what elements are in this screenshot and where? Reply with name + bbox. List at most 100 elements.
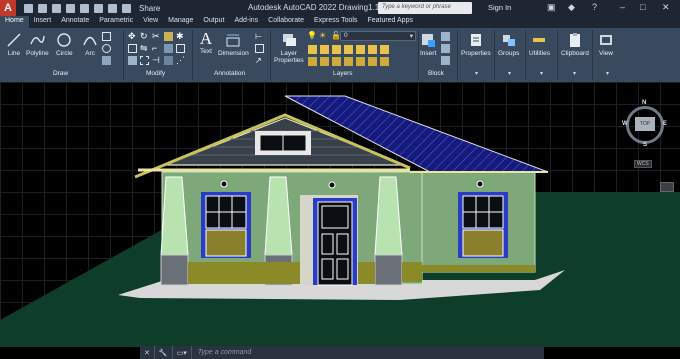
- hatch-icon[interactable]: [102, 56, 111, 65]
- layer-tool-icon[interactable]: [356, 57, 365, 66]
- groups-dropdown-icon[interactable]: ▾: [508, 70, 511, 77]
- fillet-icon[interactable]: ⌐: [152, 44, 161, 53]
- redo-icon[interactable]: [122, 3, 131, 13]
- drawing-canvas[interactable]: TOP N S E W WCS: [0, 82, 680, 347]
- layer-unlock-icon[interactable]: 🔓: [331, 31, 341, 40]
- clipboard-dropdown-icon[interactable]: ▾: [573, 70, 576, 77]
- autocad-logo[interactable]: A: [0, 0, 16, 16]
- tab-add-ins[interactable]: Add-ins: [229, 16, 263, 28]
- search-input[interactable]: Type a keyword or phrase: [378, 2, 472, 14]
- text-button[interactable]: A Text: [198, 30, 214, 56]
- leader-icon[interactable]: ⊢: [255, 32, 264, 41]
- mirror-icon[interactable]: ⇋: [140, 44, 149, 53]
- break-icon[interactable]: ⋰: [176, 56, 185, 65]
- layer-tool-icon[interactable]: [332, 57, 341, 66]
- explode-icon[interactable]: ✱: [176, 32, 185, 41]
- wcs-menu[interactable]: WCS: [634, 160, 652, 168]
- properties-dropdown-icon[interactable]: ▾: [475, 70, 478, 77]
- draw-group-label[interactable]: Draw: [53, 70, 68, 77]
- erase-icon[interactable]: [164, 32, 173, 41]
- layer-tool-icon[interactable]: [368, 57, 377, 66]
- layer-tool-icon[interactable]: [380, 57, 389, 66]
- help-icon[interactable]: ?: [592, 2, 597, 12]
- tab-insert[interactable]: Insert: [29, 16, 57, 28]
- view-dropdown-icon[interactable]: ▾: [606, 70, 609, 77]
- layer-tool-icon[interactable]: [308, 45, 317, 54]
- autodesk-a360-icon[interactable]: ◆: [568, 2, 575, 13]
- layer-tool-icon[interactable]: [320, 45, 329, 54]
- table-icon[interactable]: [255, 44, 264, 53]
- compass-west[interactable]: W: [622, 121, 628, 127]
- tab-home[interactable]: Home: [0, 16, 29, 28]
- customize-icon[interactable]: 🔧: [155, 346, 173, 359]
- groups-button[interactable]: Groups: [498, 32, 519, 57]
- print-icon[interactable]: [94, 3, 103, 13]
- line-button[interactable]: Line: [6, 32, 22, 57]
- layer-tool-icon[interactable]: [368, 45, 377, 54]
- new-file-icon[interactable]: [24, 3, 33, 13]
- polyline-button[interactable]: Polyline: [26, 32, 49, 57]
- close-command-icon[interactable]: ✕: [140, 346, 155, 359]
- layer-thaw-icon[interactable]: ☀: [319, 31, 328, 40]
- copy-icon[interactable]: [128, 44, 137, 53]
- sign-in-button[interactable]: Sign In: [488, 3, 511, 12]
- save-as-icon[interactable]: [66, 3, 75, 13]
- tab-featured-apps[interactable]: Featured Apps: [362, 16, 418, 28]
- rotate-icon[interactable]: ↻: [140, 32, 149, 41]
- trim-icon[interactable]: ✂: [152, 32, 161, 41]
- modify-group-label[interactable]: Modify: [146, 70, 165, 77]
- open-file-icon[interactable]: [38, 3, 47, 13]
- minimize-button[interactable]: –: [620, 2, 625, 12]
- layer-on-icon[interactable]: 💡: [307, 31, 317, 40]
- rectangle-icon[interactable]: [102, 32, 111, 41]
- compass-east[interactable]: E: [663, 121, 667, 127]
- properties-button[interactable]: Properties: [461, 32, 491, 57]
- join-icon[interactable]: [164, 56, 173, 65]
- extend-icon[interactable]: ⊣: [152, 56, 161, 65]
- layer-tool-icon[interactable]: [344, 57, 353, 66]
- annotation-group-label[interactable]: Annotation: [214, 70, 245, 77]
- layer-tool-icon[interactable]: [356, 45, 365, 54]
- utilities-button[interactable]: Utilities: [529, 32, 550, 57]
- edit-block-icon[interactable]: [441, 44, 450, 53]
- compass-north[interactable]: N: [642, 100, 646, 106]
- cart-icon[interactable]: ▣: [547, 2, 556, 13]
- utilities-dropdown-icon[interactable]: ▾: [540, 70, 543, 77]
- insert-button[interactable]: Insert: [420, 32, 436, 57]
- tab-view[interactable]: View: [138, 16, 163, 28]
- layer-tool-icon[interactable]: [308, 57, 317, 66]
- compass-south[interactable]: S: [643, 142, 647, 148]
- undo-icon[interactable]: [108, 3, 117, 13]
- navigation-bar-icon[interactable]: [660, 182, 674, 192]
- viewcube[interactable]: TOP N S E W: [622, 100, 668, 148]
- layer-tool-icon[interactable]: [380, 45, 389, 54]
- circle-button[interactable]: Circle: [56, 32, 73, 57]
- create-block-icon[interactable]: [441, 32, 450, 41]
- array-icon[interactable]: [140, 56, 149, 65]
- viewcube-top-face[interactable]: TOP: [635, 117, 655, 131]
- layer-tool-icon[interactable]: [332, 45, 341, 54]
- tab-collaborate[interactable]: Collaborate: [263, 16, 309, 28]
- block-group-label[interactable]: Block: [428, 70, 444, 77]
- tab-express-tools[interactable]: Express Tools: [309, 16, 362, 28]
- move-icon[interactable]: ✥: [128, 32, 137, 41]
- save-icon[interactable]: [52, 3, 61, 13]
- command-prompt-icon[interactable]: ▭▾: [173, 346, 192, 359]
- tab-output[interactable]: Output: [198, 16, 229, 28]
- tab-manage[interactable]: Manage: [163, 16, 198, 28]
- scale-icon[interactable]: [128, 56, 137, 65]
- current-layer-select[interactable]: 0 ▾: [340, 31, 416, 41]
- tab-parametric[interactable]: Parametric: [94, 16, 138, 28]
- stretch-icon[interactable]: [164, 44, 173, 53]
- web-open-icon[interactable]: [80, 3, 89, 13]
- dimension-button[interactable]: Dimension: [218, 32, 249, 57]
- command-line[interactable]: ✕ 🔧 ▭▾ Type a command: [140, 346, 544, 359]
- arc-button[interactable]: Arc: [82, 32, 98, 57]
- maximize-button[interactable]: □: [640, 2, 645, 12]
- view-button[interactable]: View: [598, 32, 614, 57]
- ellipse-icon[interactable]: [102, 44, 111, 53]
- share-button[interactable]: Share: [139, 4, 160, 13]
- mleader-icon[interactable]: ↗: [255, 56, 264, 65]
- tab-annotate[interactable]: Annotate: [56, 16, 94, 28]
- edit-attributes-icon[interactable]: [441, 56, 450, 65]
